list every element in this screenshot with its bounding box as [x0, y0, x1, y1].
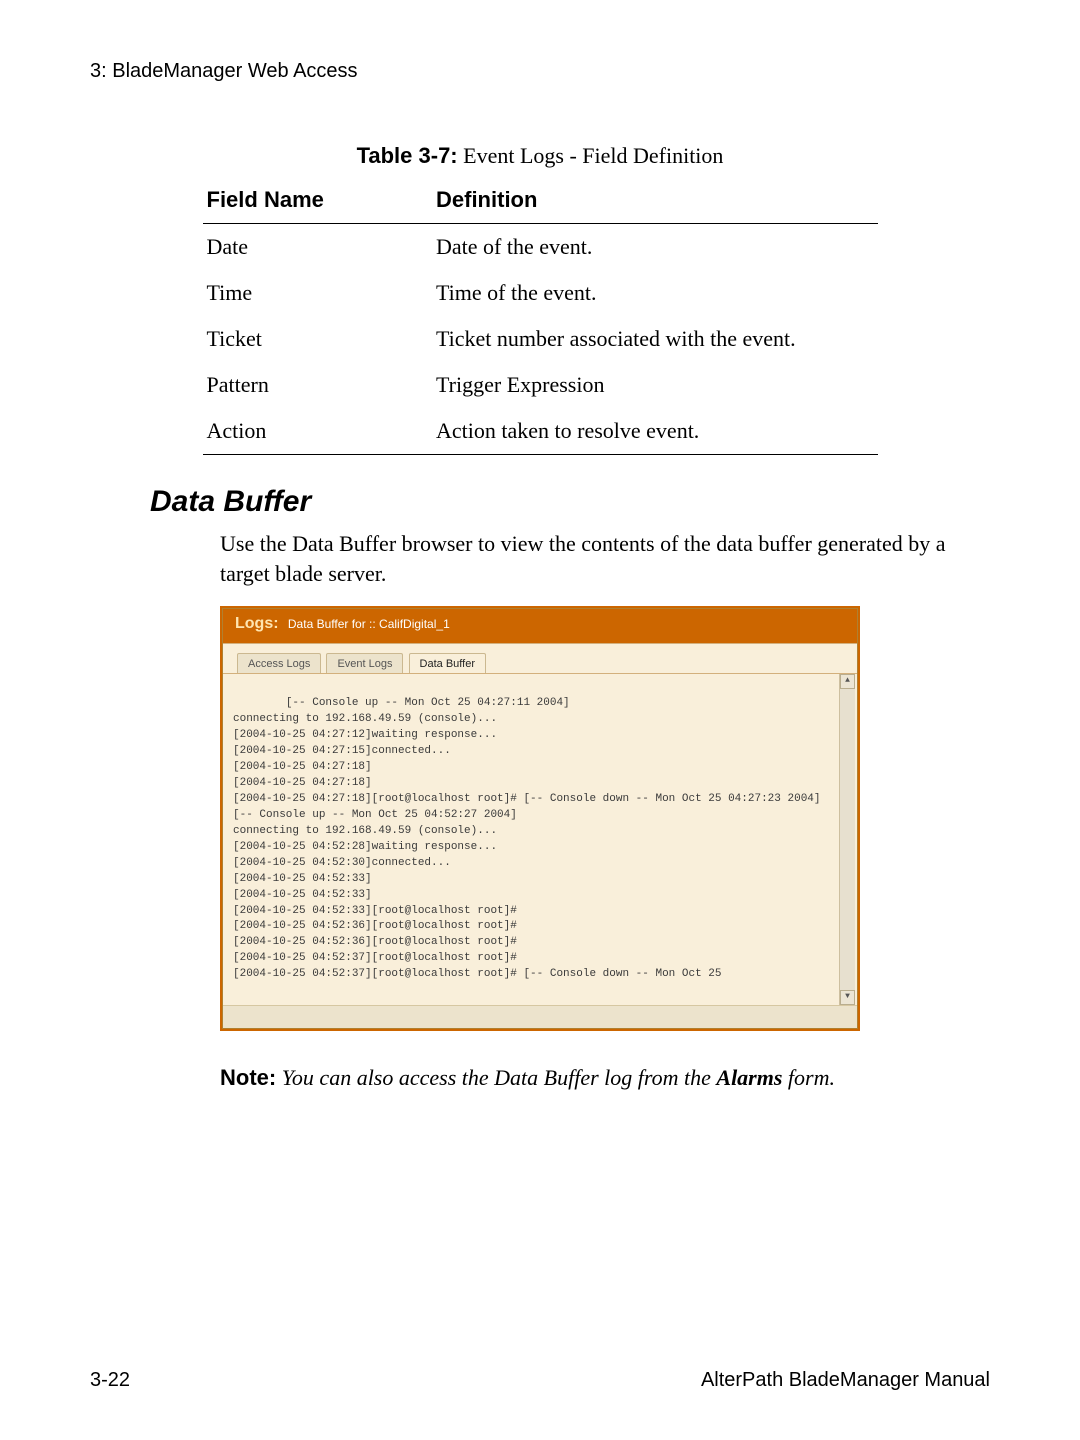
cell-field: Ticket — [203, 316, 433, 362]
logs-screenshot: Logs: Data Buffer for :: CalifDigital_1 … — [220, 606, 860, 1031]
cell-def: Ticket number associated with the event. — [432, 316, 878, 362]
cell-field: Time — [203, 270, 433, 316]
note-text-pre: You can also access the Data Buffer log … — [276, 1065, 716, 1090]
table-caption-text: Event Logs - Field Definition — [458, 143, 724, 168]
table-row: Time Time of the event. — [203, 270, 878, 316]
logs-title-word: Logs: — [235, 615, 279, 632]
table-caption: Table 3-7: Event Logs - Field Definition — [90, 143, 990, 169]
logs-panel: Logs: Data Buffer for :: CalifDigital_1 … — [222, 608, 858, 1029]
logs-text-area[interactable]: [-- Console up -- Mon Oct 25 04:27:11 20… — [223, 673, 857, 1005]
scroll-up-icon[interactable]: ▲ — [840, 674, 855, 689]
running-head: 3: BladeManager Web Access — [90, 60, 990, 83]
table-row: Pattern Trigger Expression — [203, 362, 878, 408]
page-footer: 3-22 AlterPath BladeManager Manual — [90, 1369, 990, 1392]
field-definition-table: Field Name Definition Date Date of the e… — [203, 181, 878, 455]
tab-event-logs[interactable]: Event Logs — [326, 653, 403, 674]
logs-scrollbar[interactable]: ▲ ▼ — [839, 674, 855, 1005]
table-row: Action Action taken to resolve event. — [203, 408, 878, 455]
section-title-data-buffer: Data Buffer — [150, 485, 990, 519]
note-text-post: form. — [782, 1065, 835, 1090]
note-label: Note: — [220, 1065, 276, 1090]
cell-field: Pattern — [203, 362, 433, 408]
cell-field: Action — [203, 408, 433, 455]
table-caption-label: Table 3-7: — [357, 143, 458, 168]
cell-def: Date of the event. — [432, 224, 878, 271]
logs-title-target: Data Buffer for :: CalifDigital_1 — [288, 617, 450, 631]
footer-page-number: 3-22 — [90, 1369, 130, 1392]
cell-def: Time of the event. — [432, 270, 878, 316]
tab-data-buffer[interactable]: Data Buffer — [409, 653, 486, 674]
logs-panel-footer — [223, 1005, 857, 1028]
note-paragraph: Note: You can also access the Data Buffe… — [220, 1065, 990, 1091]
scroll-down-icon[interactable]: ▼ — [840, 990, 855, 1005]
footer-manual-title: AlterPath BladeManager Manual — [701, 1369, 990, 1392]
section-paragraph: Use the Data Buffer browser to view the … — [220, 529, 990, 588]
cell-def: Trigger Expression — [432, 362, 878, 408]
cell-def: Action taken to resolve event. — [432, 408, 878, 455]
note-text-bold: Alarms — [716, 1065, 782, 1090]
page: 3: BladeManager Web Access Table 3-7: Ev… — [0, 0, 1080, 1440]
th-field-name: Field Name — [203, 181, 433, 224]
table-row: Ticket Ticket number associated with the… — [203, 316, 878, 362]
cell-field: Date — [203, 224, 433, 271]
table-header-row: Field Name Definition — [203, 181, 878, 224]
table-row: Date Date of the event. — [203, 224, 878, 271]
th-definition: Definition — [432, 181, 878, 224]
tab-access-logs[interactable]: Access Logs — [237, 653, 321, 674]
logs-tab-row: Access Logs Event Logs Data Buffer — [223, 643, 857, 673]
logs-panel-header: Logs: Data Buffer for :: CalifDigital_1 — [223, 609, 857, 643]
